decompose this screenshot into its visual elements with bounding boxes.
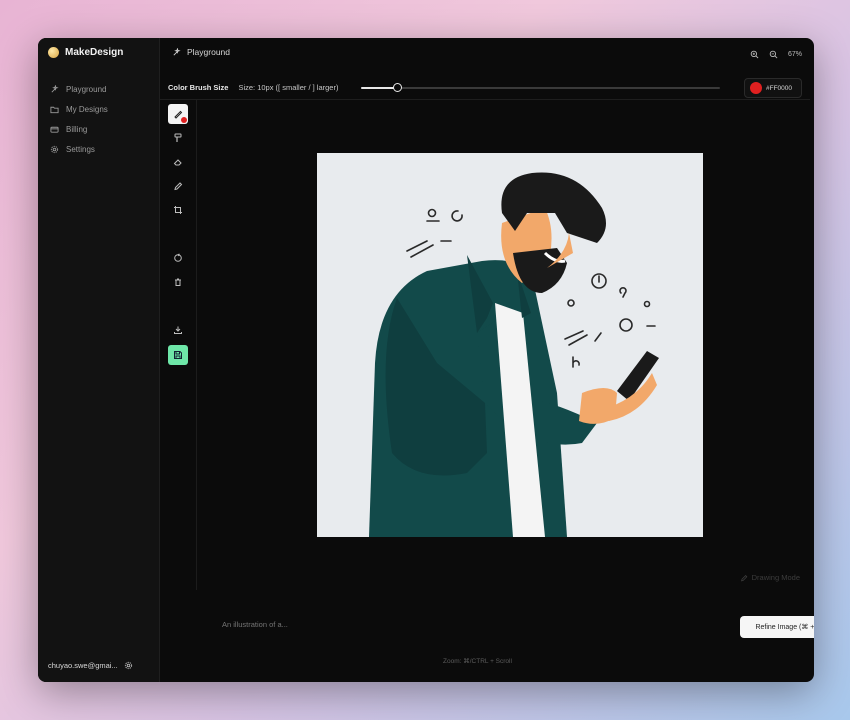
pen-icon (740, 574, 748, 581)
save-tool[interactable] (168, 345, 188, 365)
sidebar-item-playground[interactable]: Playground (50, 79, 108, 99)
pen-icon (174, 182, 183, 191)
user-menu[interactable]: chuyao.swe@gmai... (48, 661, 133, 670)
drawing-mode-label: Drawing Mode (740, 573, 800, 582)
crop-tool[interactable] (168, 200, 188, 220)
sidebar-item-billing[interactable]: Billing (50, 119, 108, 139)
logo-icon (48, 47, 59, 58)
color-picker-tool[interactable] (168, 128, 188, 148)
refine-image-button[interactable]: Refine Image (⌘ + ↵) (740, 616, 814, 638)
zoom-level: 67% (787, 51, 802, 58)
breadcrumb: Playground (172, 47, 230, 57)
brush-tool[interactable] (168, 104, 188, 124)
sparkle-icon (51, 84, 59, 93)
sidebar-item-label: Playground (66, 84, 107, 94)
download-tool[interactable] (168, 320, 188, 340)
sidebar-item-label: Settings (66, 144, 95, 154)
color-picker-icon (174, 133, 182, 142)
sidebar-item-settings[interactable]: Settings (50, 139, 108, 159)
page-title: Playground (187, 47, 231, 57)
slider-fill (361, 87, 397, 89)
zoom-controls: 67% (750, 50, 802, 59)
sidebar-item-my-designs[interactable]: My Designs (50, 99, 108, 119)
illustration-image[interactable] (317, 153, 703, 537)
app-name: MakeDesign (65, 47, 124, 58)
user-email: chuyao.swe@gmai... (48, 661, 118, 670)
zoom-out-icon[interactable] (769, 50, 778, 59)
top-bar: Playground 67% (160, 38, 814, 70)
gear-icon (50, 145, 59, 153)
drawing-mode-text: Drawing Mode (751, 573, 800, 582)
sidebar-item-label: Billing (66, 124, 88, 134)
brush-size-title: Color Brush Size (168, 83, 229, 92)
sparkle-icon (173, 47, 181, 56)
canvas-area[interactable]: Drawing Mode (196, 100, 814, 590)
slider-thumb[interactable] (392, 83, 402, 92)
color-picker[interactable]: #FF0000 (744, 78, 802, 98)
crop-icon (174, 206, 182, 214)
eraser-tool[interactable] (168, 152, 188, 172)
color-swatch (750, 82, 762, 94)
folder-icon (50, 106, 59, 113)
brush-toolbar: Color Brush Size Size: 10px ([ smaller /… (160, 76, 810, 100)
pen-tool[interactable] (168, 176, 188, 196)
trash-icon (175, 278, 181, 286)
brush-size-slider[interactable] (361, 83, 720, 92)
sidebar: MakeDesign Playground My Designs Billing… (38, 38, 160, 682)
app-window: MakeDesign Playground My Designs Billing… (38, 38, 814, 682)
zoom-in-icon[interactable] (750, 50, 759, 59)
delete-tool[interactable] (168, 272, 188, 292)
download-icon (174, 326, 182, 334)
reset-icon (174, 253, 182, 262)
reset-tool[interactable] (168, 248, 188, 268)
active-color-dot (181, 117, 187, 123)
sidebar-nav: Playground My Designs Billing Settings (50, 79, 108, 159)
eraser-icon (173, 159, 182, 166)
prompt-row: Refine Image (⌘ + ↵) (160, 616, 814, 642)
zoom-hint: Zoom: ⌘/CTRL + Scroll (443, 658, 512, 665)
brush-size-text: Size: 10px ([ smaller / ] larger) (238, 83, 339, 92)
card-icon (50, 126, 59, 133)
color-hex-value: #FF0000 (766, 84, 793, 92)
gear-icon[interactable] (124, 661, 133, 670)
prompt-input[interactable] (222, 620, 622, 629)
save-icon (174, 351, 182, 359)
brand[interactable]: MakeDesign (48, 47, 123, 58)
sidebar-item-label: My Designs (66, 104, 108, 114)
